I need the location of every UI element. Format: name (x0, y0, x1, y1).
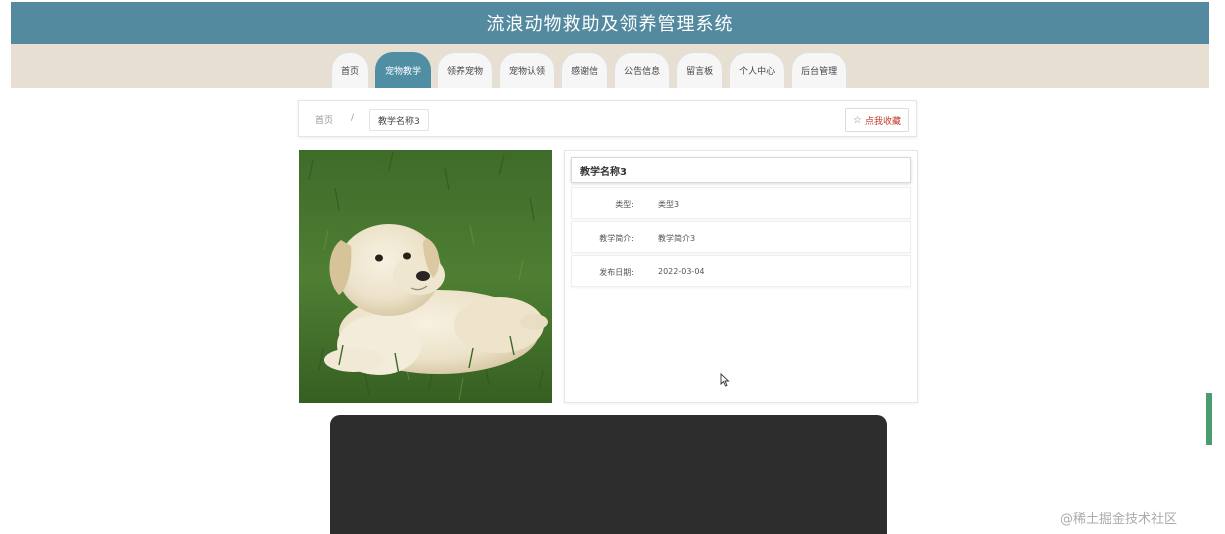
site-title: 流浪动物救助及领养管理系统 (486, 14, 734, 35)
detail-row-date: 发布日期: 2022-03-04 (571, 255, 911, 287)
detail-panel: 教学名称3 类型: 类型3 教学简介: 教学简介3 发布日期: 2022-03-… (564, 150, 918, 403)
video-player[interactable] (330, 415, 887, 534)
favorite-button[interactable]: ☆ 点我收藏 (845, 108, 909, 132)
detail-title: 教学名称3 (571, 157, 911, 183)
breadcrumb-home-link[interactable]: 首页 (315, 113, 333, 126)
pet-photo (299, 150, 552, 403)
nav-tab-pet-teaching[interactable]: 宠物教学 (375, 52, 432, 88)
mouse-cursor-icon (720, 373, 730, 387)
nav-tab-message-board[interactable]: 留言板 (676, 52, 724, 88)
breadcrumb: 首页 / 教学名称3 ☆ 点我收藏 (298, 100, 917, 137)
detail-value-type: 类型3 (658, 200, 680, 209)
page: 流浪动物救助及领养管理系统 首页 宠物教学 领养宠物 宠物认领 感谢信 公告信息… (0, 0, 1225, 534)
nav-tab-adopt-pet[interactable]: 领养宠物 (437, 52, 494, 88)
breadcrumb-current: 教学名称3 (369, 109, 429, 131)
detail-label-date: 发布日期: (599, 268, 634, 277)
nav-tab-thank-you[interactable]: 感谢信 (561, 52, 609, 88)
detail-label-intro: 教学简介: (599, 234, 634, 243)
detail-row-intro: 教学简介: 教学简介3 (571, 221, 911, 253)
watermark: @稀土掘金技术社区 (1060, 512, 1178, 527)
side-float-tab[interactable] (1206, 393, 1212, 445)
favorite-button-label: 点我收藏 (864, 116, 901, 127)
breadcrumb-separator: / (351, 113, 355, 123)
main-nav: 首页 宠物教学 领养宠物 宠物认领 感谢信 公告信息 留言板 个人中心 后台管理 (11, 44, 1209, 88)
nav-tab-announcements[interactable]: 公告信息 (614, 52, 671, 88)
detail-row-type: 类型: 类型3 (571, 187, 911, 219)
nav-tabs: 首页 宠物教学 领养宠物 宠物认领 感谢信 公告信息 留言板 个人中心 后台管理 (331, 52, 848, 88)
site-header: 流浪动物救助及领养管理系统 (11, 2, 1209, 44)
detail-label-type: 类型: (615, 200, 634, 209)
detail-value-intro: 教学简介3 (658, 234, 696, 243)
nav-tab-pet-claim[interactable]: 宠物认领 (499, 52, 556, 88)
detail-value-date: 2022-03-04 (658, 267, 705, 276)
nav-tab-user-center[interactable]: 个人中心 (729, 52, 786, 88)
labrador-puppy-image (299, 150, 552, 403)
star-outline-icon: ☆ (853, 114, 862, 126)
nav-tab-home[interactable]: 首页 (331, 52, 370, 88)
nav-tab-admin[interactable]: 后台管理 (791, 52, 848, 88)
